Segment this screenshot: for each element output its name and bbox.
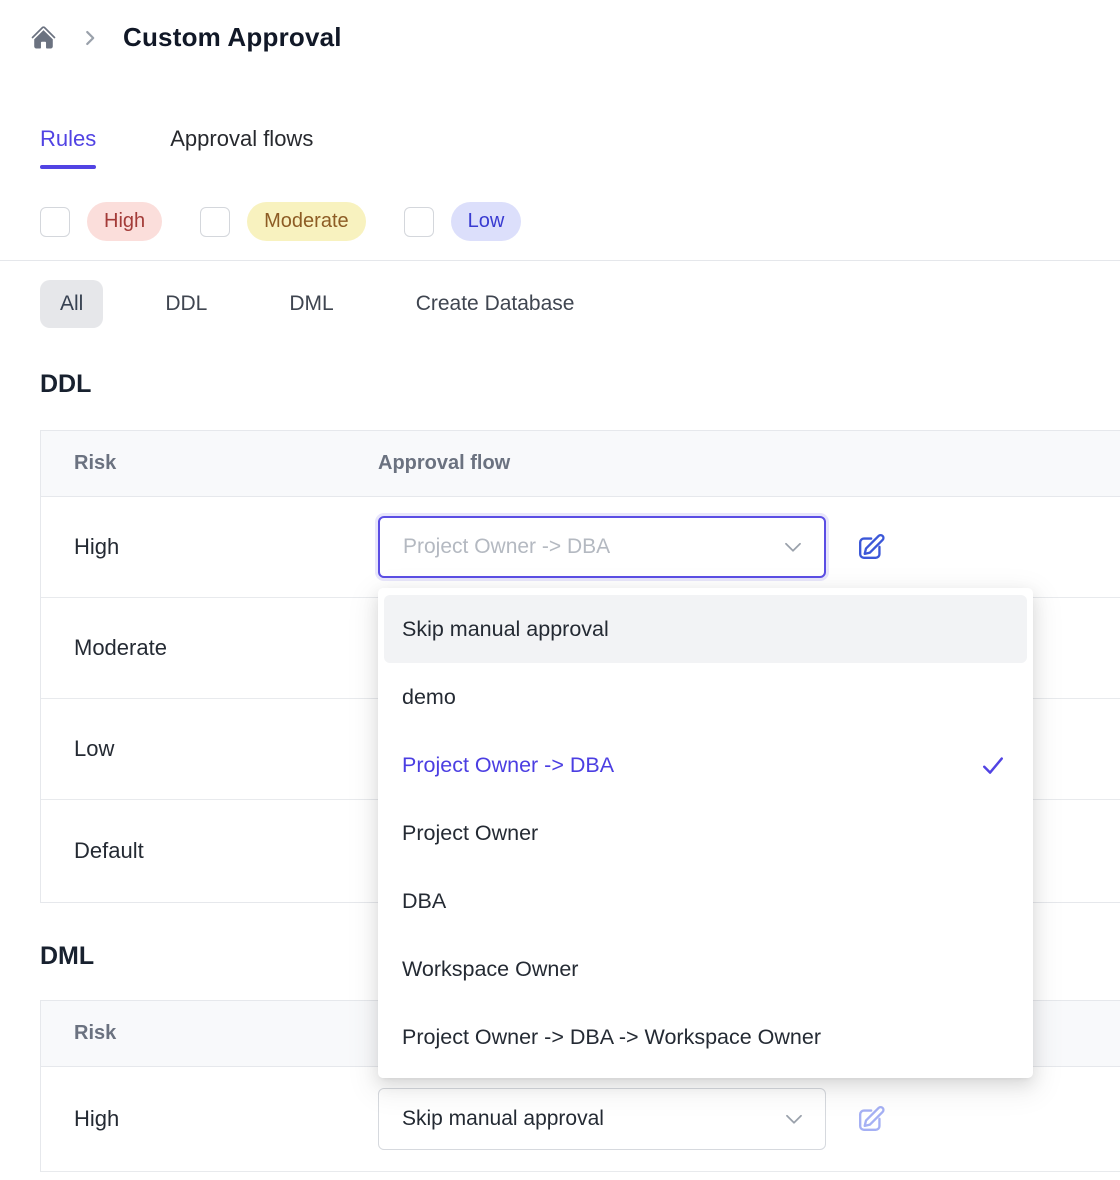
risk-cell: Moderate xyxy=(74,635,167,661)
select-value: Skip manual approval xyxy=(379,1107,604,1131)
column-header-approval-flow: Approval flow xyxy=(378,452,510,475)
breadcrumb: Custom Approval xyxy=(30,22,342,53)
approval-flow-select-ddl-high[interactable]: Project Owner -> DBA xyxy=(378,516,826,578)
dropdown-option-project-owner-dba[interactable]: Project Owner -> DBA xyxy=(384,731,1027,799)
risk-cell: High xyxy=(74,1106,119,1132)
edit-icon[interactable] xyxy=(852,529,888,565)
category-tab-dml[interactable]: DML xyxy=(269,280,353,328)
select-value: Project Owner -> DBA xyxy=(380,535,610,559)
high-checkbox[interactable] xyxy=(40,207,70,237)
risk-filter-moderate[interactable]: Moderate xyxy=(200,202,366,241)
option-label: Project Owner xyxy=(402,821,538,846)
chevron-down-icon xyxy=(780,534,806,560)
option-label: Skip manual approval xyxy=(402,617,609,642)
category-tab-bar: All DDL DML Create Database xyxy=(40,280,594,328)
page-title: Custom Approval xyxy=(123,22,342,53)
column-header-risk: Risk xyxy=(74,1022,116,1045)
column-header-risk: Risk xyxy=(74,452,116,475)
approval-flow-select-dml-high[interactable]: Skip manual approval xyxy=(378,1088,826,1150)
dropdown-option-dba[interactable]: DBA xyxy=(384,867,1027,935)
chevron-down-icon xyxy=(781,1106,807,1132)
tab-bar: Rules Approval flows xyxy=(40,126,313,169)
low-badge: Low xyxy=(451,202,522,241)
high-badge: High xyxy=(87,202,162,241)
category-tab-all[interactable]: All xyxy=(40,280,103,328)
option-label: Project Owner -> DBA xyxy=(402,753,614,778)
option-label: Project Owner -> DBA -> Workspace Owner xyxy=(402,1025,821,1050)
dropdown-option-project-owner-dba-workspace-owner[interactable]: Project Owner -> DBA -> Workspace Owner xyxy=(384,1003,1027,1071)
approval-flow-cell: Project Owner -> DBA xyxy=(378,516,888,578)
dropdown-option-workspace-owner[interactable]: Workspace Owner xyxy=(384,935,1027,1003)
option-label: DBA xyxy=(402,889,446,914)
risk-cell: Low xyxy=(74,736,114,762)
moderate-badge: Moderate xyxy=(247,202,366,241)
approval-flow-dropdown: Skip manual approval demo Project Owner … xyxy=(378,588,1033,1078)
dml-section-title: DML xyxy=(40,942,94,971)
risk-filter-low[interactable]: Low xyxy=(404,202,522,241)
risk-cell: High xyxy=(74,534,119,560)
dropdown-option-demo[interactable]: demo xyxy=(384,663,1027,731)
dropdown-option-project-owner[interactable]: Project Owner xyxy=(384,799,1027,867)
category-tab-create-database[interactable]: Create Database xyxy=(396,280,595,328)
category-tab-ddl[interactable]: DDL xyxy=(145,280,227,328)
ddl-table-header: Risk Approval flow xyxy=(41,431,1120,497)
approval-flow-cell: Skip manual approval xyxy=(378,1088,888,1150)
divider xyxy=(0,260,1120,261)
tab-rules[interactable]: Rules xyxy=(40,126,96,169)
ddl-section-title: DDL xyxy=(40,370,91,399)
table-row-high: High Project Owner -> DBA xyxy=(41,497,1120,598)
custom-approval-page: Custom Approval Rules Approval flows Hig… xyxy=(0,0,1120,1180)
chevron-right-icon xyxy=(79,27,101,49)
option-label: demo xyxy=(402,685,456,710)
home-icon[interactable] xyxy=(30,24,57,51)
risk-filter-high[interactable]: High xyxy=(40,202,162,241)
low-checkbox[interactable] xyxy=(404,207,434,237)
dropdown-option-skip-manual-approval[interactable]: Skip manual approval xyxy=(384,595,1027,663)
moderate-checkbox[interactable] xyxy=(200,207,230,237)
check-icon xyxy=(979,751,1007,779)
edit-icon[interactable] xyxy=(852,1101,888,1137)
risk-cell: Default xyxy=(74,838,144,864)
table-row-high: High Skip manual approval xyxy=(41,1067,1120,1172)
risk-filter-bar: High Moderate Low xyxy=(40,202,521,241)
tab-approval-flows[interactable]: Approval flows xyxy=(170,126,313,169)
option-label: Workspace Owner xyxy=(402,957,578,982)
